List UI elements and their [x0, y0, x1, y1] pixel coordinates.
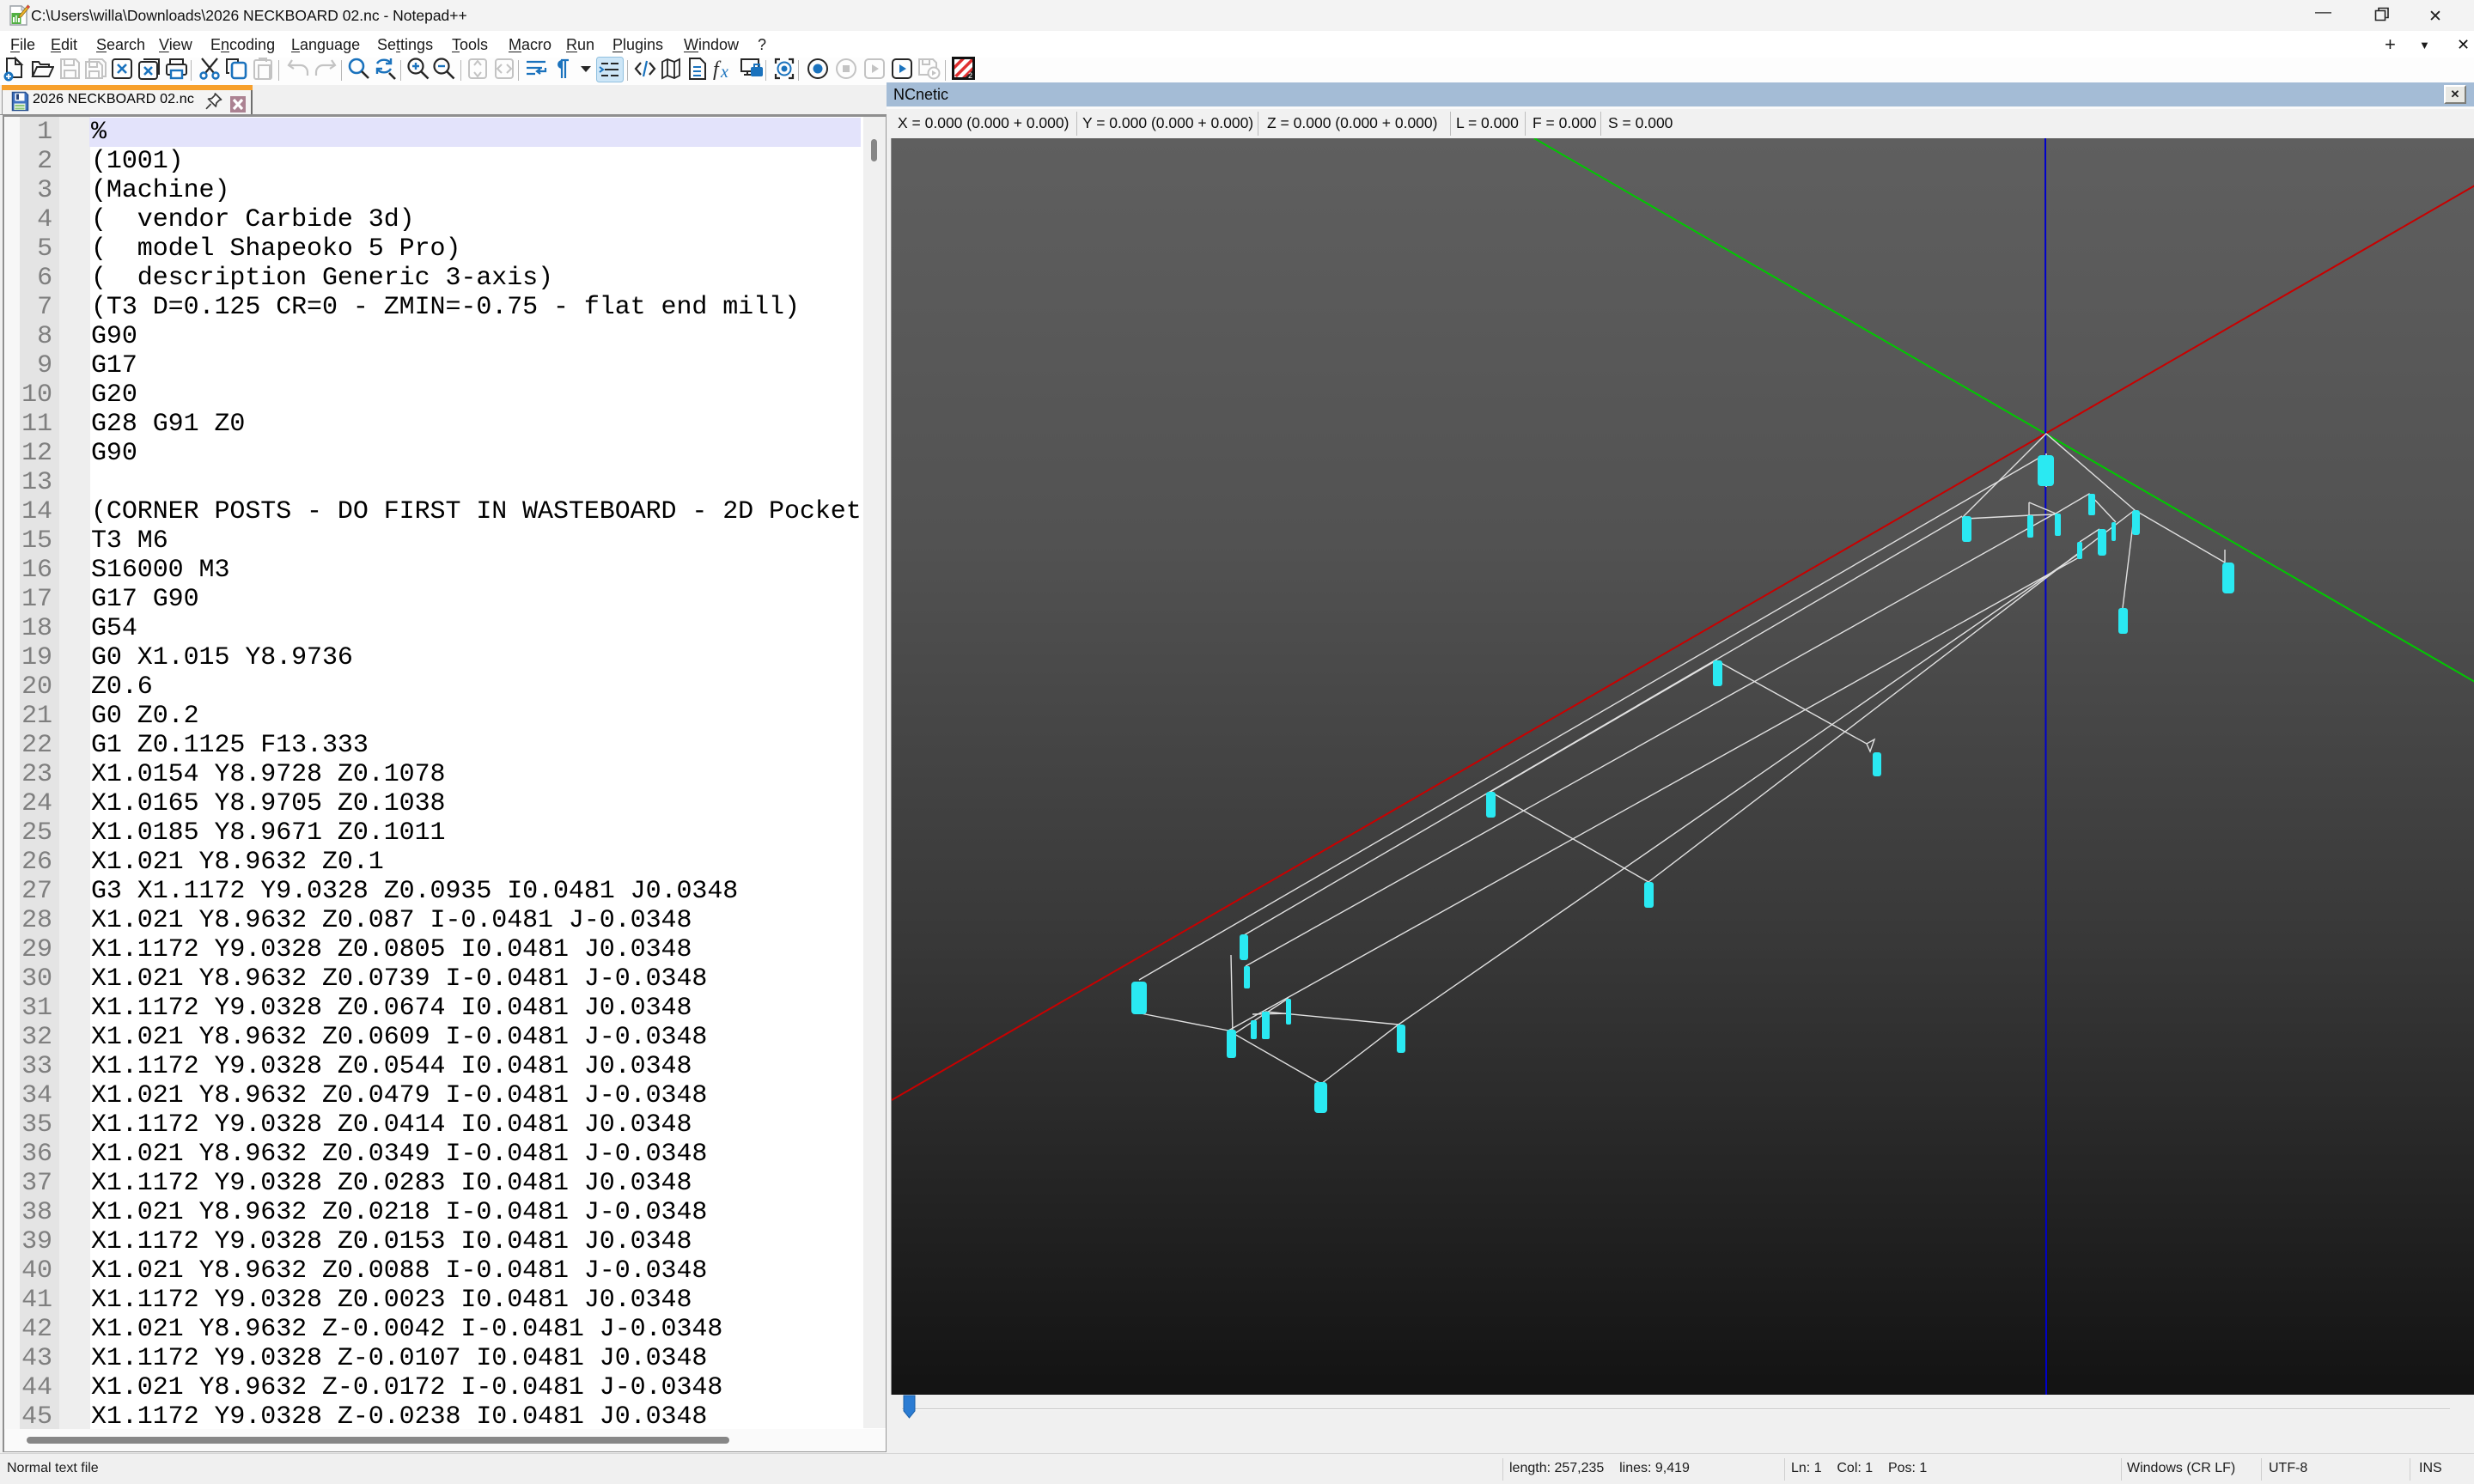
svg-text:2: 2 — [968, 71, 972, 80]
svg-text:x: x — [720, 63, 728, 81]
